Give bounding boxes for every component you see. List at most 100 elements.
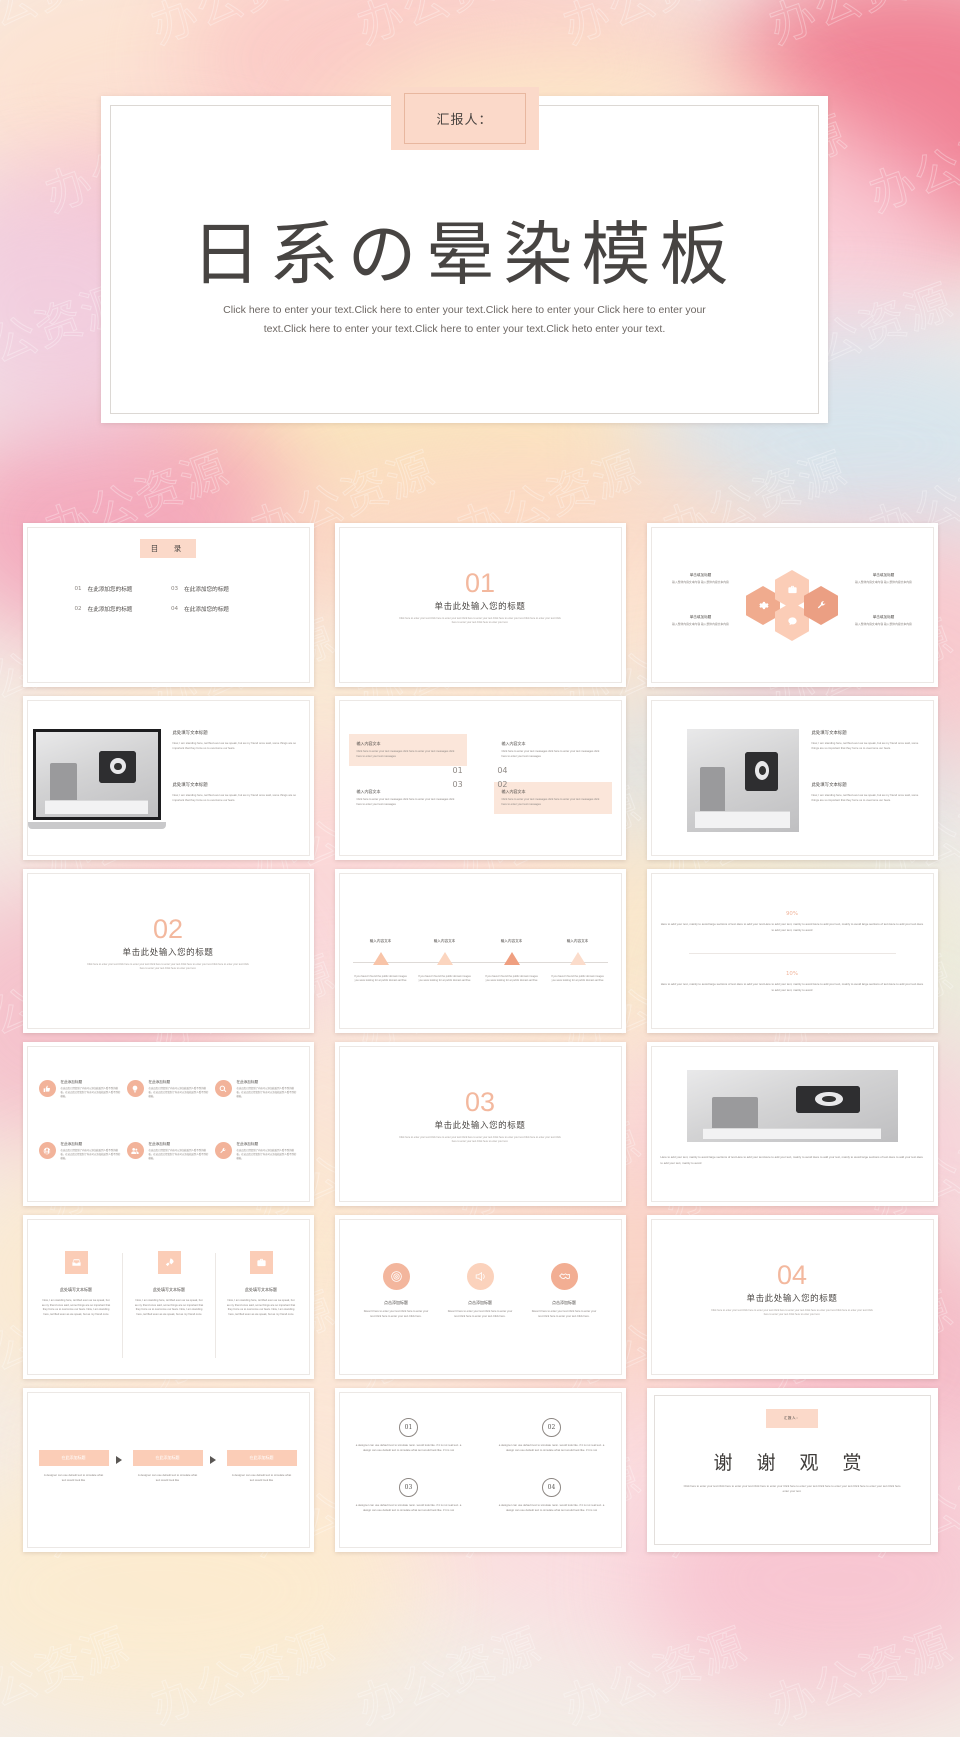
- slide-thumb-camera-photo[interactable]: 此处填写文本标题 Now, I am standing here, terrif…: [646, 696, 938, 860]
- flow-step-1[interactable]: 在此添加标题 A designer can use default text t…: [38, 1450, 109, 1483]
- quadrant-04[interactable]: 输入内容文本 Click here to enter your text mes…: [494, 734, 612, 766]
- icon-grid-item-5[interactable]: 在此添加标题在这边您已经复制了内容可以添加粘贴到人看不到的模板。在这边您已经复制…: [126, 1142, 211, 1161]
- percent-divider: [688, 953, 896, 954]
- icon-item-body: 在这边您已经复制了内容可以添加粘贴到人看不到的模板。在这边您已经复制了内容可以添…: [148, 1149, 209, 1160]
- toc-number: 03: [171, 586, 179, 592]
- slide-thumb-thanks[interactable]: 汇报人： 谢 谢 观 赏 Click here to enter your te…: [646, 1388, 938, 1552]
- quadrant-title: 输入内容文本: [356, 741, 381, 746]
- timeline-title: 输入内容文本: [369, 939, 392, 943]
- quadrant-02[interactable]: 输入内容文本 Click here to enter your text mes…: [493, 782, 612, 815]
- numbered-item-01[interactable]: 01 a designer can use default text to si…: [355, 1418, 463, 1453]
- timeline-item-4[interactable]: 输入内容文本 If you haven't found the public d…: [548, 939, 608, 984]
- slide-thumb-numbered[interactable]: 01 a designer can use default text to si…: [334, 1388, 626, 1552]
- icon-grid-item-2[interactable]: 在此添加标题 在这边您已经复制了内容可以添加粘贴到人看不到的模板。在这边您已经复制…: [126, 1080, 211, 1099]
- slide-thumb-timeline[interactable]: 输入内容文本 If you haven't found the public d…: [334, 869, 626, 1033]
- text-block: 此处填写文本标题 Now, I am standing here, terrif…: [173, 730, 300, 751]
- icon-item-body: 在这边您已经复制了内容可以添加粘贴到人看不到的模板。在这边您已经复制了内容可以添…: [236, 1149, 297, 1160]
- three-column-item-1[interactable]: 此处填写文本标题 Now, I am standing here, terrif…: [35, 1251, 118, 1318]
- hexagon-label-title: 单击填加标题: [689, 615, 712, 619]
- three-circle-item-2[interactable]: 点击添加标题 Doesn't here to enter your text.C…: [439, 1263, 522, 1319]
- slide-thumb-percent[interactable]: 90% Here to add your text, mainly to avo…: [646, 869, 938, 1033]
- list-item[interactable]: 01 在此添加您的标题: [75, 585, 166, 593]
- text-block: 此处填写文本标题 Now, I am standing here, terrif…: [812, 782, 926, 803]
- slide-thumb-arrow-flow[interactable]: 在此添加标题 A designer can use default text t…: [22, 1388, 314, 1552]
- block-title: 此处填写文本标题: [172, 782, 208, 788]
- section-number: 03: [464, 1087, 496, 1117]
- number-badge: 01: [399, 1418, 418, 1437]
- timeline-body: If you haven't found the public domain i…: [551, 975, 604, 983]
- percent-row-2: 10% Here to add your text, mainly to avo…: [661, 971, 924, 993]
- numbered-item-02[interactable]: 02 a designer can use default text to si…: [498, 1418, 606, 1453]
- section-title: 单击此处输入您的标题: [434, 602, 526, 612]
- quadrant-title: 输入内容文本: [501, 789, 526, 794]
- timeline-item-3[interactable]: 输入内容文本 If you haven't found the public d…: [482, 939, 542, 984]
- arrow-right-icon: [209, 1456, 216, 1464]
- three-circle-item-1[interactable]: 点击添加标题 Doesn't here to enter your text.C…: [355, 1263, 438, 1319]
- slide-thumb-section-04[interactable]: 04 单击此处输入您的标题 Click here to enter your t…: [646, 1215, 938, 1379]
- icon-grid-item-6[interactable]: 在此添加标题 在这边您已经复制了内容可以添加粘贴到人看不到的模板。在这边您已经复制…: [214, 1142, 299, 1161]
- quadrant-number: 04: [497, 766, 508, 775]
- icon-item-body: 在这边您已经复制了内容可以添加粘贴到人看不到的模板。在这边您已经复制了内容可以添…: [148, 1087, 209, 1098]
- slide-thumb-wide-photo[interactable]: Here to add your text, mainly to avoid l…: [646, 1042, 938, 1206]
- quadrant-number: 03: [452, 780, 463, 789]
- slide-thumb-section-02[interactable]: 02 单击此处输入您的标题 Click here to enter your t…: [22, 869, 314, 1033]
- percent-body: Here to add your text, mainly to avoid l…: [660, 982, 924, 992]
- numbered-item-04[interactable]: 04 a designer can use default text to si…: [498, 1478, 606, 1513]
- circle-body: Doesn't here to enter your text.Click he…: [363, 1310, 429, 1318]
- timeline-item-1[interactable]: 输入内容文本 If you haven't found the public d…: [351, 939, 411, 984]
- section-description: Click here to enter your text.Click here…: [399, 617, 561, 625]
- flow-step-label: 在此添加标题: [38, 1450, 109, 1466]
- icon-grid-item-4[interactable]: 在此添加标题 在这边您已经复制了内容可以添加粘贴到人看不到的模板。在这边您已经复制…: [38, 1142, 123, 1161]
- laptop-base: [27, 822, 166, 829]
- section-title: 单击此处输入您的标题: [434, 1121, 526, 1131]
- flow-step-body: A designer can use default text to simul…: [231, 1473, 292, 1482]
- slide-thumb-section-01[interactable]: 01 单击此处输入您的标题 Click here to enter your t…: [334, 523, 626, 687]
- block-body: Now, I am standing here, terrified even …: [811, 792, 919, 802]
- slide-thumb-three-column[interactable]: 此处填写文本标题 Now, I am standing here, terrif…: [22, 1215, 314, 1379]
- icon-grid-item-3[interactable]: 在此添加标题 在这边您已经复制了内容可以添加粘贴到人看不到的模板。在这边您已经复制…: [214, 1080, 299, 1099]
- photo-shelf: [45, 800, 148, 814]
- globe-icon: [38, 1142, 56, 1159]
- hexagon-label-body: 输入整体内容文本内容 输入整体内容文本内容: [855, 622, 912, 626]
- slide-thumb-toc[interactable]: 目 录 01 在此添加您的标题 03 在此添加您的标题 02 在此添加您的标题 …: [22, 523, 314, 687]
- hexagon-label-bottom-left: 单击填加标题 输入整体内容文本内容 输入整体内容文本内容: [668, 615, 734, 627]
- flow-step-3[interactable]: 在此添加标题 A designer can use default text t…: [226, 1450, 297, 1483]
- list-item[interactable]: 02 在此添加您的标题: [75, 605, 166, 613]
- slide-thumb-section-03[interactable]: 03 单击此处输入您的标题 Click here to enter your t…: [334, 1042, 626, 1206]
- timeline-item-2[interactable]: 输入内容文本 If you haven't found the public d…: [415, 939, 475, 984]
- percent-body: Here to add your text, mainly to avoid l…: [660, 922, 924, 932]
- list-item[interactable]: 03 在此添加您的标题: [171, 585, 262, 593]
- list-item[interactable]: 04 在此添加您的标题: [171, 605, 262, 613]
- lightbulb-icon: [126, 1080, 144, 1097]
- quadrant-body: Click here to enter your text messages c…: [501, 798, 600, 806]
- slide-thumb-quadrants[interactable]: 输入内容文本 Click here to enter your text mes…: [334, 696, 626, 860]
- flow-step-2[interactable]: 在此添加标题 A designer can use default text t…: [132, 1450, 203, 1483]
- numbered-item-03[interactable]: 03 a designer can use default text to si…: [355, 1478, 463, 1513]
- toc-number: 04: [171, 606, 179, 612]
- section-description: Click here to enter your text.Click here…: [87, 963, 249, 971]
- quadrant-01[interactable]: 输入内容文本 Click here to enter your text mes…: [348, 734, 467, 767]
- icon-item-title: 在此添加标题: [60, 1080, 83, 1084]
- column-title: 此处填写文本标题: [60, 1287, 92, 1292]
- three-column-item-3[interactable]: 此处填写文本标题 Now, I am standing here, terrif…: [220, 1251, 303, 1318]
- slide-thumb-laptop-photo[interactable]: 此处填写文本标题 Now, I am standing here, terrif…: [22, 696, 314, 860]
- three-circle-item-3[interactable]: 点击添加标题 Doesn't here to enter your text.C…: [523, 1263, 606, 1319]
- numbered-body: a designer can use default text to simul…: [498, 1443, 605, 1452]
- wrench-icon: [214, 1142, 232, 1159]
- hexagon-label-title: 单击填加标题: [689, 573, 712, 577]
- toc-badge: 目 录: [140, 539, 196, 558]
- icon-item-title: 在此添加标题: [60, 1142, 83, 1146]
- quadrant-03[interactable]: 输入内容文本 Click here to enter your text mes…: [349, 782, 467, 814]
- icon-item-title: 在此添加标题: [148, 1142, 171, 1146]
- three-column-item-2[interactable]: 此处填写文本标题 Now, I am standing here, terrif…: [128, 1251, 211, 1318]
- slide-thumb-three-circle[interactable]: 点击添加标题 Doesn't here to enter your text.C…: [334, 1215, 626, 1379]
- slide-thumb-icon-grid[interactable]: 在此添加标题在这边您已经复制了内容可以添加粘贴到人看不到的模板。在这边您已经复制…: [22, 1042, 314, 1206]
- thanks-presenter-badge: 汇报人：: [766, 1409, 818, 1428]
- triangle-marker-icon: [436, 952, 453, 965]
- quadrant-number: 02: [497, 780, 508, 789]
- icon-grid-item-1[interactable]: 在此添加标题 在这边您已经复制了内容可以添加粘贴到人看不到的模板。在这边您已经复制…: [38, 1080, 123, 1099]
- slide-thumb-hexagon[interactable]: 单击填加标题 输入整体内容文本内容 输入整体内容文本内容 单击填加标题 输入整体…: [646, 523, 938, 687]
- photo-camera-books: [686, 729, 799, 832]
- photo-caption: Here to add your text, mainly to avoid l…: [660, 1155, 924, 1165]
- column-title: 此处填写文本标题: [153, 1287, 185, 1292]
